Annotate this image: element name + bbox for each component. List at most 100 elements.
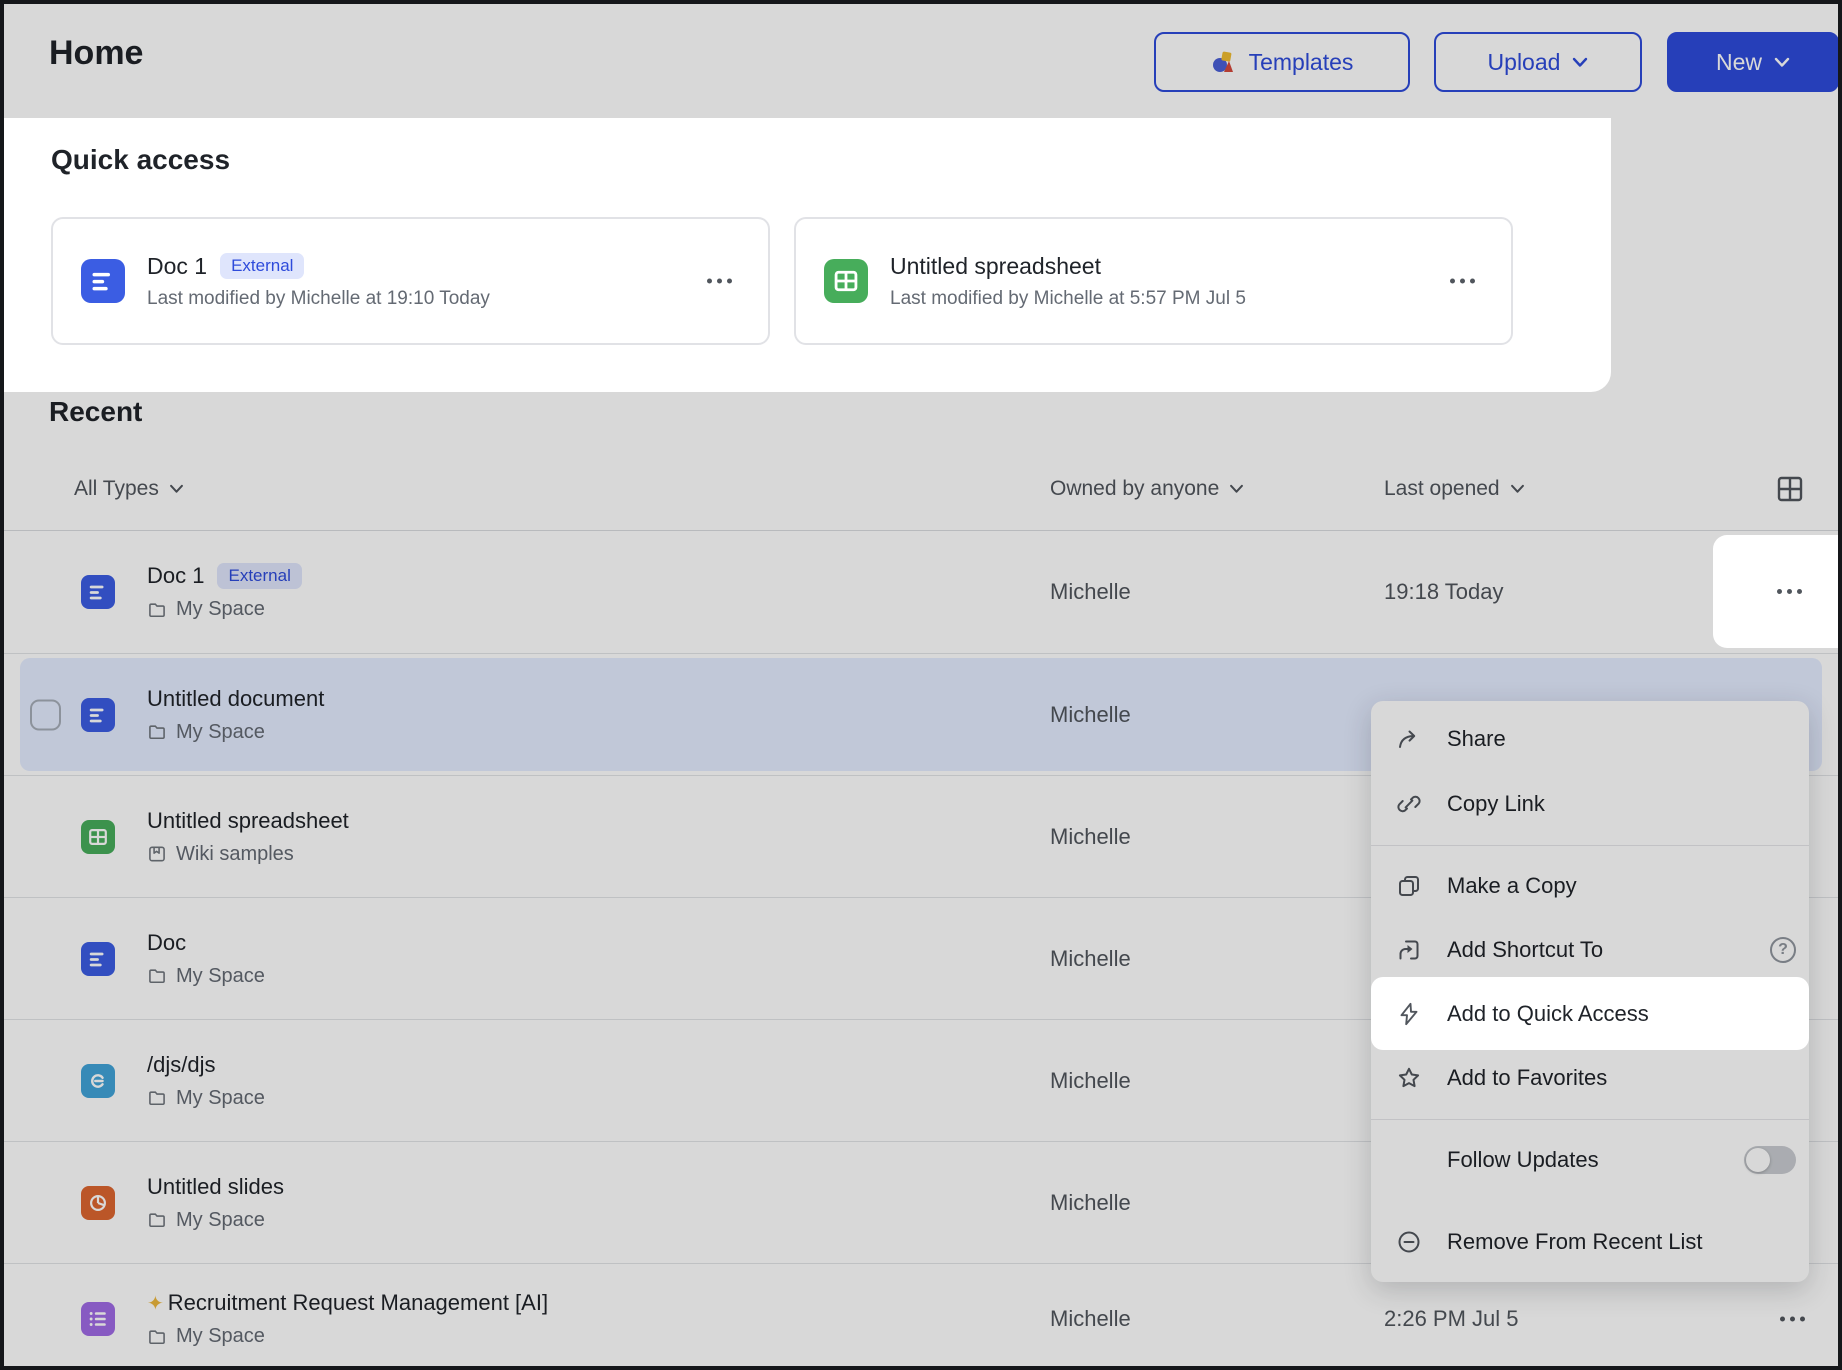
more-dots-icon: [1450, 279, 1475, 284]
row-location: My Space: [176, 1325, 265, 1348]
owner-filter-label: Owned by anyone: [1050, 477, 1219, 501]
menu-divider: [1371, 1119, 1809, 1120]
card-more-button[interactable]: [707, 279, 732, 284]
new-label: New: [1716, 49, 1762, 76]
new-button[interactable]: New: [1667, 32, 1839, 92]
templates-button[interactable]: Templates: [1154, 32, 1410, 92]
menu-item-share[interactable]: Share: [1371, 707, 1809, 771]
follow-updates-toggle[interactable]: [1744, 1146, 1796, 1174]
page-title: Home: [49, 34, 143, 73]
menu-item-add-to-favorites[interactable]: Add to Favorites: [1371, 1046, 1809, 1110]
copy-icon: [1395, 872, 1423, 900]
row-title: Untitled document: [147, 686, 324, 712]
shortcut-icon: [1395, 936, 1423, 964]
card-more-button[interactable]: [1450, 279, 1475, 284]
share-icon: [1395, 725, 1423, 753]
toggle-knob: [1746, 1148, 1770, 1172]
circle-minus-icon: [1395, 1228, 1423, 1256]
spreadsheet-icon: [824, 259, 868, 303]
chevron-down-icon: [1510, 484, 1525, 494]
row-title: Doc 1: [147, 563, 204, 589]
folder-icon: [147, 1210, 167, 1230]
menu-item-add-shortcut-to[interactable]: Add Shortcut To ?: [1371, 918, 1809, 982]
more-dots-icon: [1780, 1317, 1805, 1322]
quick-access-panel: Quick access Doc 1 External Last modifie…: [4, 118, 1611, 392]
row-title: /djs/djs: [147, 1052, 215, 1078]
folder-icon: [147, 1088, 167, 1108]
chevron-down-icon: [1229, 484, 1244, 494]
row-location: My Space: [176, 965, 265, 988]
templates-icon: [1211, 49, 1237, 75]
docx-icon: [81, 1064, 115, 1098]
menu-item-remove-from-recent[interactable]: Remove From Recent List: [1371, 1210, 1809, 1274]
slides-icon: [81, 1186, 115, 1220]
grid-view-icon[interactable]: [1774, 473, 1806, 505]
folder-icon: [147, 1327, 167, 1347]
doc-icon: [81, 259, 125, 303]
doc-icon: [81, 575, 115, 609]
card-title: Untitled spreadsheet: [890, 253, 1101, 280]
quick-access-card[interactable]: Untitled spreadsheet Last modified by Mi…: [794, 217, 1513, 345]
chevron-down-icon: [169, 484, 184, 494]
row-more-button-spotlight[interactable]: [1713, 535, 1842, 648]
external-badge: External: [220, 253, 304, 279]
help-icon[interactable]: ?: [1770, 937, 1796, 963]
card-title: Doc 1: [147, 253, 207, 280]
sort-filter-dropdown[interactable]: Last opened: [1384, 477, 1525, 501]
row-more-button[interactable]: [1780, 1317, 1805, 1322]
quick-access-card[interactable]: Doc 1 External Last modified by Michelle…: [51, 217, 770, 345]
doc-icon: [81, 942, 115, 976]
menu-item-follow-updates[interactable]: Follow Updates: [1371, 1128, 1809, 1192]
menu-item-make-a-copy[interactable]: Make a Copy: [1371, 854, 1809, 918]
row-checkbox[interactable]: [30, 699, 61, 730]
folder-icon: [147, 722, 167, 742]
row-owner: Michelle: [1050, 579, 1131, 605]
filter-bar: All Types Owned by anyone Last opened: [4, 459, 1838, 531]
sort-filter-label: Last opened: [1384, 477, 1500, 501]
quick-access-title: Quick access: [51, 144, 230, 176]
lightning-icon: [1395, 1000, 1423, 1028]
row-location: My Space: [176, 1209, 265, 1232]
upload-label: Upload: [1488, 49, 1561, 76]
row-location: My Space: [176, 1087, 265, 1110]
chevron-down-icon: [1774, 57, 1790, 68]
row-time: 2:26 PM Jul 5: [1384, 1306, 1519, 1332]
row-title: Untitled slides: [147, 1174, 284, 1200]
row-owner: Michelle: [1050, 1068, 1131, 1094]
upload-button[interactable]: Upload: [1434, 32, 1642, 92]
row-owner: Michelle: [1050, 702, 1131, 728]
more-dots-icon: [1777, 589, 1802, 594]
menu-item-copy-link[interactable]: Copy Link: [1371, 772, 1809, 836]
header: Home Templates Upload New: [4, 4, 1838, 118]
base-icon: [81, 1302, 115, 1336]
card-subtitle: Last modified by Michelle at 5:57 PM Jul…: [890, 288, 1246, 310]
row-location: My Space: [176, 598, 265, 621]
table-row[interactable]: Doc 1 External My Space Michelle 19:18 T…: [4, 531, 1838, 653]
recent-section-title: Recent: [49, 396, 142, 428]
row-owner: Michelle: [1050, 946, 1131, 972]
spreadsheet-icon: [81, 820, 115, 854]
row-owner: Michelle: [1050, 824, 1131, 850]
row-owner: Michelle: [1050, 1190, 1131, 1216]
row-time: 19:18 Today: [1384, 579, 1503, 605]
folder-icon: [147, 966, 167, 986]
sparkle-icon: ✦: [147, 1291, 164, 1316]
more-dots-icon: [707, 279, 732, 284]
doc-icon: [81, 698, 115, 732]
type-filter-dropdown[interactable]: All Types: [74, 477, 184, 501]
owner-filter-dropdown[interactable]: Owned by anyone: [1050, 477, 1244, 501]
folder-icon: [147, 600, 167, 620]
menu-divider: [1371, 845, 1809, 846]
app-window: Home Templates Upload New Rec: [0, 0, 1842, 1370]
templates-label: Templates: [1249, 49, 1354, 76]
row-location: My Space: [176, 721, 265, 744]
row-title: Doc: [147, 930, 186, 956]
row-title: Untitled spreadsheet: [147, 808, 349, 834]
chevron-down-icon: [1572, 57, 1588, 68]
menu-item-add-to-quick-access[interactable]: Add to Quick Access: [1371, 977, 1809, 1050]
card-subtitle: Last modified by Michelle at 19:10 Today: [147, 288, 490, 310]
star-icon: [1395, 1064, 1423, 1092]
type-filter-label: All Types: [74, 477, 159, 501]
row-owner: Michelle: [1050, 1306, 1131, 1332]
external-badge: External: [217, 563, 301, 589]
